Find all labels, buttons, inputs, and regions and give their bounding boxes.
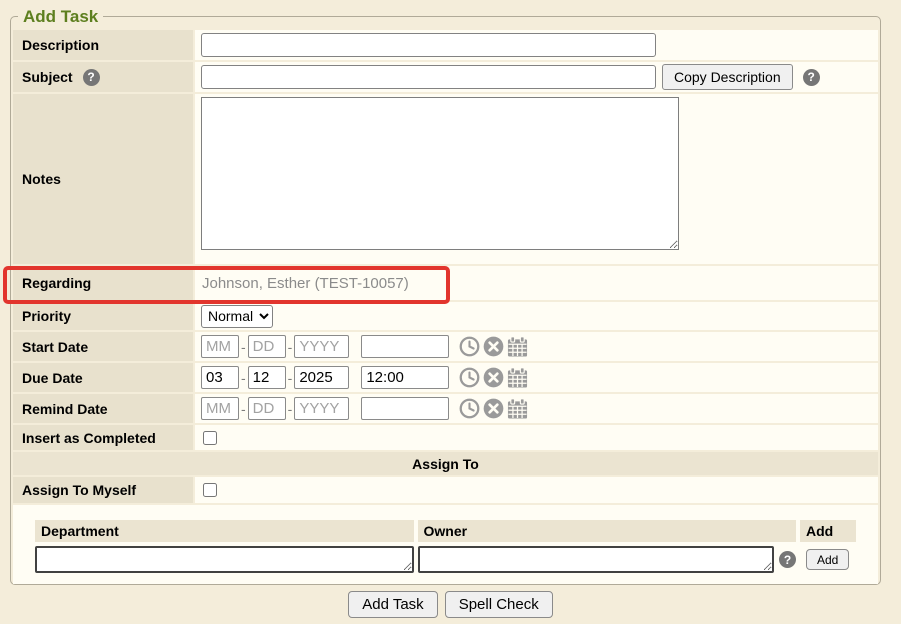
regarding-label-cell: Regarding (13, 266, 193, 300)
notes-textarea[interactable] (201, 97, 679, 250)
copy-description-help-icon[interactable]: ? (803, 69, 820, 86)
add-cell: Add (800, 544, 856, 573)
remind-date-icons (459, 398, 528, 419)
calendar-icon[interactable] (507, 398, 528, 419)
insert-completed-value-cell (195, 425, 878, 450)
clear-date-icon[interactable] (483, 336, 504, 357)
department-input[interactable] (35, 546, 414, 573)
notes-label-cell: Notes (13, 94, 193, 264)
date-separator: - (288, 401, 293, 417)
regarding-row: Regarding Johnson, Esther (TEST-10057) (13, 266, 878, 300)
due-date-value-cell: - - (195, 363, 878, 392)
assign-table-panel: Department Owner Add ? Add (13, 505, 878, 584)
start-date-value-cell: - - (195, 332, 878, 361)
assign-table: Department Owner Add ? Add (35, 520, 856, 573)
calendar-icon[interactable] (507, 336, 528, 357)
clear-date-icon[interactable] (483, 398, 504, 419)
clock-icon[interactable] (459, 398, 480, 419)
due-date-row: Due Date - - (13, 363, 878, 392)
date-separator: - (241, 370, 246, 386)
notes-label: Notes (22, 171, 61, 187)
owner-help-icon[interactable]: ? (779, 551, 796, 568)
start-date-icons (459, 336, 528, 357)
description-input[interactable] (201, 33, 656, 57)
remind-date-year-input[interactable] (294, 397, 349, 420)
assign-myself-label: Assign To Myself (22, 482, 136, 498)
assign-myself-value-cell (195, 477, 878, 503)
clock-icon[interactable] (459, 336, 480, 357)
form-actions: Add Task Spell Check (0, 591, 901, 618)
assign-myself-label-cell: Assign To Myself (13, 477, 193, 503)
due-date-label: Due Date (22, 370, 83, 386)
date-separator: - (288, 370, 293, 386)
regarding-value: Johnson, Esther (TEST-10057) (201, 275, 409, 292)
subject-label: Subject (22, 69, 73, 85)
due-date-time-input[interactable] (361, 366, 449, 389)
owner-input[interactable] (418, 546, 775, 573)
start-date-year-input[interactable] (294, 335, 349, 358)
date-separator: - (241, 401, 246, 417)
start-date-label-cell: Start Date (13, 332, 193, 361)
notes-value-cell (195, 94, 878, 264)
due-date-day-input[interactable] (248, 366, 286, 389)
due-date-label-cell: Due Date (13, 363, 193, 392)
department-cell (35, 544, 414, 573)
remind-date-label: Remind Date (22, 401, 108, 417)
remind-date-day-input[interactable] (248, 397, 286, 420)
priority-row: Priority Normal (13, 302, 878, 330)
priority-label-cell: Priority (13, 302, 193, 330)
remind-date-row: Remind Date - - (13, 394, 878, 423)
assign-myself-checkbox[interactable] (203, 483, 217, 497)
start-date-day-input[interactable] (248, 335, 286, 358)
spell-check-button[interactable]: Spell Check (445, 591, 553, 618)
description-row: Description (13, 30, 878, 60)
due-date-month-input[interactable] (201, 366, 239, 389)
subject-input[interactable] (201, 65, 656, 89)
insert-completed-label-cell: Insert as Completed (13, 425, 193, 450)
date-separator: - (241, 339, 246, 355)
remind-date-month-input[interactable] (201, 397, 239, 420)
remind-date-value-cell: - - (195, 394, 878, 423)
subject-row: Subject ? Copy Description ? (13, 62, 878, 92)
due-date-icons (459, 367, 528, 388)
add-assignment-button[interactable]: Add (806, 549, 849, 570)
priority-select[interactable]: Normal (201, 305, 273, 328)
add-column-header: Add (800, 520, 856, 542)
subject-value-cell: Copy Description ? (195, 62, 878, 92)
start-date-row: Start Date - - (13, 332, 878, 361)
assign-to-section-title: Assign To (13, 452, 878, 475)
notes-row: Notes (13, 94, 878, 264)
remind-date-label-cell: Remind Date (13, 394, 193, 423)
department-column-header: Department (35, 520, 414, 542)
owner-column-header: Owner (418, 520, 797, 542)
clear-date-icon[interactable] (483, 367, 504, 388)
insert-completed-label: Insert as Completed (22, 430, 156, 446)
owner-cell: ? (418, 544, 797, 573)
priority-value-cell: Normal (195, 302, 878, 330)
description-label: Description (22, 37, 99, 53)
description-label-cell: Description (13, 30, 193, 60)
assign-to-header-row: Assign To (13, 452, 878, 475)
insert-completed-row: Insert as Completed (13, 425, 878, 450)
copy-description-button[interactable]: Copy Description (662, 64, 793, 90)
add-task-form: Add Task Description Subject ? Copy Desc… (10, 6, 881, 585)
regarding-label: Regarding (22, 275, 91, 291)
insert-completed-checkbox[interactable] (203, 431, 217, 445)
due-date-year-input[interactable] (294, 366, 349, 389)
add-task-button[interactable]: Add Task (348, 591, 437, 618)
date-separator: - (288, 339, 293, 355)
clock-icon[interactable] (459, 367, 480, 388)
priority-label: Priority (22, 308, 71, 324)
description-value-cell (195, 30, 878, 60)
start-date-month-input[interactable] (201, 335, 239, 358)
assign-myself-row: Assign To Myself (13, 477, 878, 503)
calendar-icon[interactable] (507, 367, 528, 388)
form-title: Add Task (18, 6, 103, 27)
start-date-time-input[interactable] (361, 335, 449, 358)
start-date-label: Start Date (22, 339, 88, 355)
regarding-value-cell: Johnson, Esther (TEST-10057) (195, 266, 878, 300)
remind-date-time-input[interactable] (361, 397, 449, 420)
subject-help-icon[interactable]: ? (83, 69, 100, 86)
subject-label-cell: Subject ? (13, 62, 193, 92)
